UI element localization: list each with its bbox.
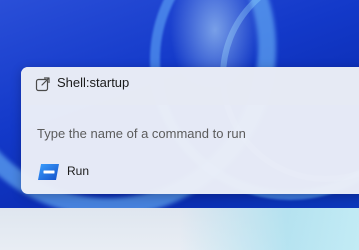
- run-app-label: Run: [67, 164, 90, 178]
- run-app-icon: [37, 163, 61, 181]
- command-input[interactable]: [37, 123, 337, 143]
- suggestion-text: Shell:startup: [57, 75, 130, 90]
- taskbar-area: [0, 208, 359, 250]
- open-external-icon: [35, 76, 51, 92]
- run-app-item[interactable]: Run: [35, 161, 135, 183]
- suggestion-row[interactable]: Shell:startup: [21, 67, 359, 105]
- run-dialog: Shell:startup Run: [21, 67, 359, 194]
